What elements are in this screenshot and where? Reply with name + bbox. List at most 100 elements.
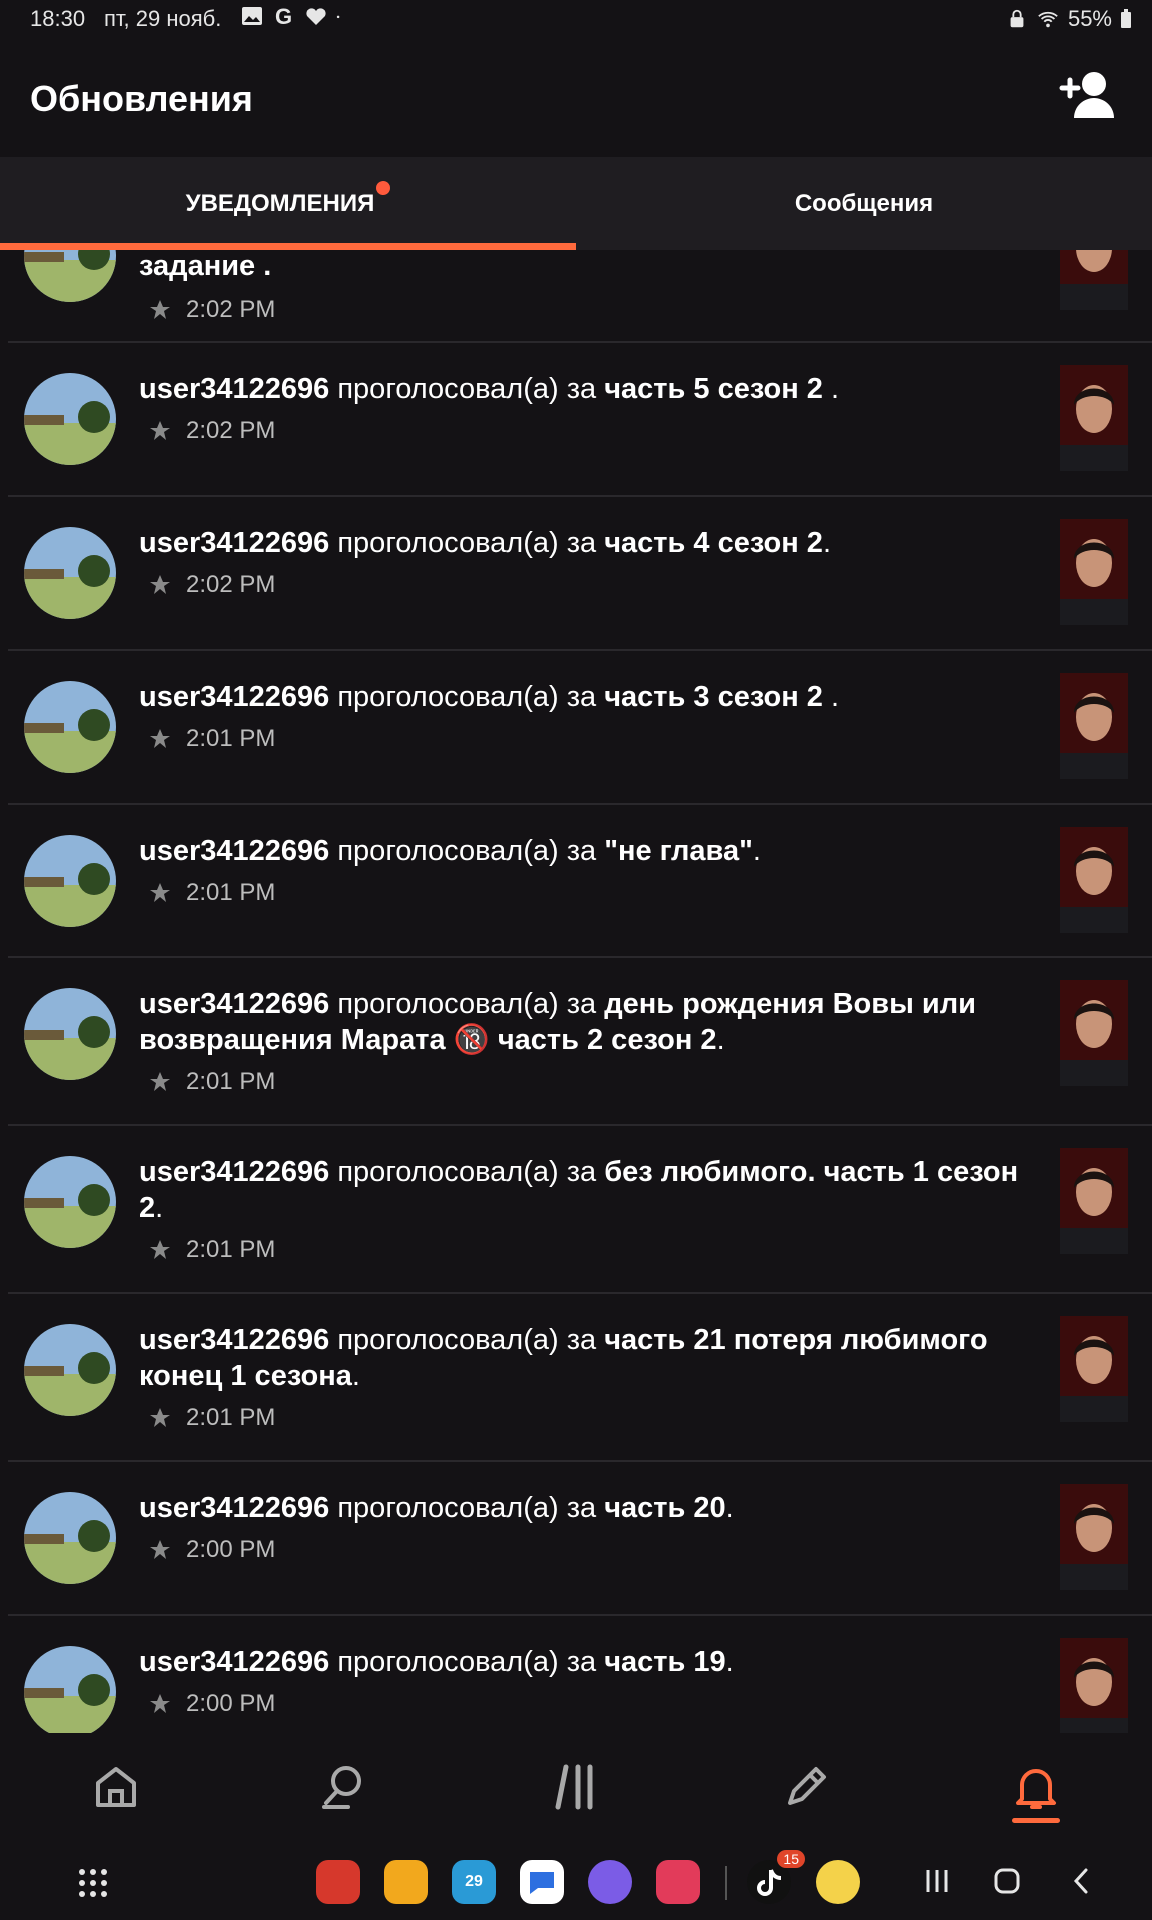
messages-app-icon[interactable]: [520, 1860, 564, 1904]
notification-suffix: .: [822, 681, 840, 713]
notification-text: user34122696 проголосовал(а) за часть 19…: [139, 1644, 1039, 1680]
notification-verb: проголосовал(а) за: [329, 373, 605, 405]
notification-text: user34122696 проголосовал(а) за "не глав…: [139, 833, 1039, 869]
status-date: пт, 29 нояб.: [104, 6, 222, 31]
notification-suffix: .: [752, 835, 761, 867]
notification-meta: 2:02 PM: [148, 296, 275, 324]
user-avatar[interactable]: [24, 988, 116, 1080]
story-cover-thumbnail[interactable]: [1060, 1484, 1128, 1590]
username-link[interactable]: user34122696: [139, 681, 329, 713]
story-title[interactable]: часть 5 сезон 2: [604, 373, 823, 405]
notification-meta: 2:00 PM: [148, 1536, 275, 1564]
game-app-icon[interactable]: [816, 1860, 860, 1904]
notification-time: 2:01 PM: [186, 1404, 276, 1431]
lock-icon: [1010, 9, 1024, 28]
notification-meta: 2:01 PM: [148, 725, 275, 753]
nav-home[interactable]: [66, 1747, 166, 1827]
user-avatar[interactable]: [24, 1646, 116, 1733]
story-cover-thumbnail[interactable]: [1060, 1316, 1128, 1422]
camera-app-icon[interactable]: [656, 1860, 700, 1904]
tiktok-app-icon[interactable]: 15: [747, 1850, 805, 1904]
story-cover-thumbnail[interactable]: [1060, 250, 1128, 310]
browser-app-icon[interactable]: [588, 1860, 632, 1904]
list-item[interactable]: user34122696 проголосовал(а) за день рож…: [8, 958, 1152, 1126]
home-icon: [96, 1767, 136, 1807]
user-avatar[interactable]: [24, 527, 116, 619]
list-item[interactable]: user34122696 проголосовал(а) за часть 19…: [8, 1616, 1152, 1733]
notification-text: user34122696 проголосовал(а) за часть 4 …: [139, 525, 1039, 561]
story-cover-thumbnail[interactable]: [1060, 1148, 1128, 1254]
add-user-icon[interactable]: [1058, 70, 1116, 120]
story-title[interactable]: часть 3 сезон 2: [604, 681, 823, 713]
notification-text: задание .: [139, 250, 1039, 284]
story-cover-thumbnail[interactable]: [1060, 827, 1128, 933]
notification-verb: проголосовал(а) за: [329, 988, 605, 1020]
bottom-navigation: [0, 1733, 1152, 1848]
notification-list[interactable]: задание . 2:02 PM user34122696 проголосо…: [0, 250, 1152, 1733]
library-icon: [555, 1764, 593, 1810]
notification-suffix: .: [822, 527, 831, 559]
username-link[interactable]: user34122696: [139, 1492, 329, 1524]
story-cover-thumbnail[interactable]: [1060, 519, 1128, 625]
star-icon: [150, 575, 170, 594]
notification-suffix: .: [725, 1646, 734, 1678]
list-item[interactable]: user34122696 проголосовал(а) за часть 4 …: [8, 497, 1152, 651]
username-link[interactable]: user34122696: [139, 988, 329, 1020]
tab-notifications[interactable]: УВЕДОМЛЕНИЯ: [0, 157, 576, 250]
story-cover-thumbnail[interactable]: [1060, 673, 1128, 779]
username-link[interactable]: user34122696: [139, 1156, 329, 1188]
user-avatar[interactable]: [24, 373, 116, 465]
story-title[interactable]: часть 20: [604, 1492, 725, 1524]
list-item[interactable]: user34122696 проголосовал(а) за часть 3 …: [8, 651, 1152, 805]
story-title[interactable]: "не глава": [604, 835, 753, 867]
list-item[interactable]: user34122696 проголосовал(а) за часть 21…: [8, 1294, 1152, 1462]
active-tab-indicator: [0, 243, 576, 250]
files-app-icon[interactable]: [384, 1860, 428, 1904]
story-title[interactable]: часть 19: [604, 1646, 725, 1678]
dock-separator: [725, 1866, 727, 1900]
star-icon: [150, 729, 170, 748]
username-link[interactable]: user34122696: [139, 1324, 329, 1356]
story-cover-thumbnail[interactable]: [1060, 1638, 1128, 1733]
story-cover-thumbnail[interactable]: [1060, 980, 1128, 1086]
tab-messages[interactable]: Сообщения: [576, 157, 1152, 250]
username-link[interactable]: user34122696: [139, 373, 329, 405]
calendar-app-icon[interactable]: 29: [452, 1860, 496, 1904]
back-icon[interactable]: [1066, 1866, 1096, 1896]
list-item[interactable]: задание . 2:02 PM: [8, 250, 1152, 343]
page-title: Обновления: [30, 78, 253, 119]
list-item[interactable]: user34122696 проголосовал(а) за часть 20…: [8, 1462, 1152, 1616]
notification-text: user34122696 проголосовал(а) за день рож…: [139, 986, 1019, 1058]
user-avatar[interactable]: [24, 681, 116, 773]
recent-apps-icon[interactable]: [922, 1866, 952, 1896]
user-avatar[interactable]: [24, 250, 116, 302]
star-icon: [150, 1694, 170, 1713]
username-link[interactable]: user34122696: [139, 835, 329, 867]
home-button-icon[interactable]: [992, 1866, 1022, 1896]
user-avatar[interactable]: [24, 1156, 116, 1248]
app-drawer-icon[interactable]: [78, 1868, 108, 1898]
notification-meta: 2:01 PM: [148, 1068, 275, 1096]
notification-suffix: .: [155, 1192, 164, 1224]
user-avatar[interactable]: [24, 1324, 116, 1416]
notification-verb: проголосовал(а) за: [329, 1156, 605, 1188]
star-icon: [150, 1408, 170, 1427]
notification-text: user34122696 проголосовал(а) за часть 21…: [139, 1322, 1019, 1394]
story-title[interactable]: задание .: [139, 250, 271, 282]
notification-meta: 2:01 PM: [148, 1404, 275, 1432]
user-avatar[interactable]: [24, 1492, 116, 1584]
nav-search[interactable]: [294, 1747, 394, 1827]
story-cover-thumbnail[interactable]: [1060, 365, 1128, 471]
list-item[interactable]: user34122696 проголосовал(а) за без люби…: [8, 1126, 1152, 1294]
notification-time: 2:02 PM: [186, 417, 276, 444]
user-avatar[interactable]: [24, 835, 116, 927]
story-title[interactable]: часть 4 сезон 2: [604, 527, 823, 559]
list-item[interactable]: user34122696 проголосовал(а) за часть 5 …: [8, 343, 1152, 497]
list-item[interactable]: user34122696 проголосовал(а) за "не глав…: [8, 805, 1152, 958]
username-link[interactable]: user34122696: [139, 1646, 329, 1678]
nav-notifications[interactable]: [986, 1747, 1086, 1827]
nav-write[interactable]: [756, 1747, 856, 1827]
nav-library[interactable]: [526, 1747, 626, 1827]
notes-app-icon[interactable]: [316, 1860, 360, 1904]
username-link[interactable]: user34122696: [139, 527, 329, 559]
